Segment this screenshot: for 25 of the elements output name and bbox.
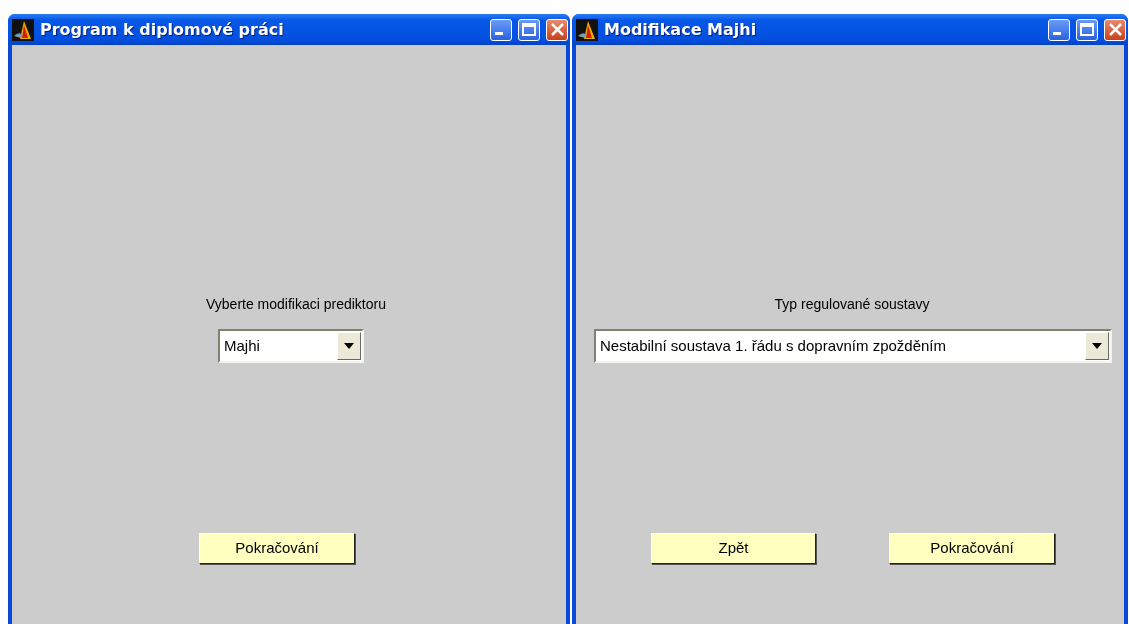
- close-icon: [550, 23, 564, 36]
- close-button[interactable]: [546, 18, 568, 41]
- app-icon: [12, 18, 34, 41]
- minimize-icon: [495, 32, 503, 35]
- caret-icon: [344, 343, 354, 349]
- maximize-button[interactable]: [1076, 18, 1098, 41]
- maximize-button[interactable]: [518, 18, 540, 41]
- dropdown[interactable]: Nestabilní soustava 1. řádu s dopravním zpožděním: [594, 329, 1112, 363]
- window-title: Modifikace Majhi: [604, 18, 758, 41]
- minimize-button[interactable]: [490, 18, 512, 41]
- push-button[interactable]: Zpět: [651, 533, 816, 564]
- maximize-icon: [522, 23, 536, 36]
- maximize-icon: [1080, 23, 1094, 36]
- app-icon: [576, 18, 598, 41]
- window-title: Program k diplomové práci: [40, 18, 285, 41]
- minimize-icon: [1053, 32, 1061, 35]
- close-icon: [1108, 23, 1122, 36]
- field-label: Vyberte modifikaci prediktoru: [206, 295, 386, 314]
- minimize-button[interactable]: [1048, 18, 1070, 41]
- close-button[interactable]: [1104, 18, 1126, 41]
- push-button[interactable]: Pokračování: [889, 533, 1055, 564]
- field-label: Typ regulované soustavy: [774, 295, 930, 314]
- caret-icon: [1092, 343, 1102, 349]
- dropdown[interactable]: Majhi: [218, 329, 364, 363]
- push-button[interactable]: Pokračování: [199, 533, 355, 564]
